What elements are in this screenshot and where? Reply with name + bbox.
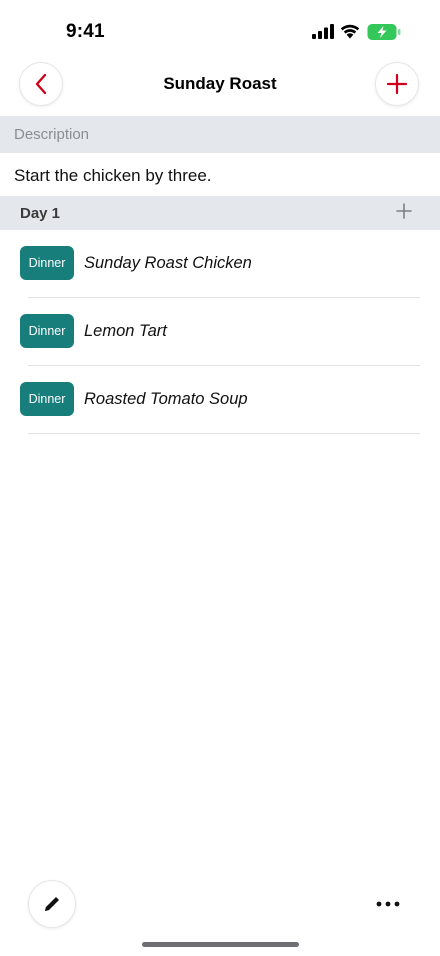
- status-bar: 9:41: [0, 0, 440, 60]
- battery-charging-icon: [367, 24, 401, 40]
- list-item[interactable]: Dinner Lemon Tart: [0, 298, 440, 366]
- description-header: Description: [0, 116, 440, 153]
- status-time: 9:41: [66, 21, 105, 42]
- day-add-plus-icon[interactable]: [396, 203, 412, 219]
- home-indicator: [142, 942, 299, 947]
- pencil-icon: [45, 897, 59, 911]
- day-label: Day 1: [20, 205, 61, 222]
- list-item[interactable]: Dinner Sunday Roast Chicken: [0, 230, 440, 298]
- signal-icon: [312, 24, 334, 39]
- meal-name: Sunday Roast Chicken: [84, 254, 252, 272]
- day-header: Day 1: [0, 196, 440, 230]
- screen: 9:41 Sunday Roast Description Start the …: [0, 0, 440, 956]
- meal-badge: Dinner: [20, 382, 74, 416]
- ellipsis-icon: [376, 901, 400, 907]
- meal-name: Roasted Tomato Soup: [84, 390, 248, 408]
- list-item[interactable]: Dinner Roasted Tomato Soup: [0, 366, 440, 434]
- back-button[interactable]: [19, 62, 63, 106]
- meal-badge: Dinner: [20, 246, 74, 280]
- meal-badge: Dinner: [20, 314, 74, 348]
- wifi-icon: [340, 24, 360, 39]
- description-header-label: Description: [14, 126, 90, 143]
- plus-icon: [387, 74, 407, 94]
- meal-name: Lemon Tart: [84, 322, 167, 340]
- divider: [28, 433, 420, 434]
- chevron-left-icon: [35, 73, 47, 95]
- edit-button[interactable]: [28, 880, 76, 928]
- description-text[interactable]: Start the chicken by three.: [14, 166, 212, 186]
- more-button[interactable]: [368, 890, 408, 918]
- page-title: Sunday Roast: [163, 74, 277, 93]
- add-button[interactable]: [375, 62, 419, 106]
